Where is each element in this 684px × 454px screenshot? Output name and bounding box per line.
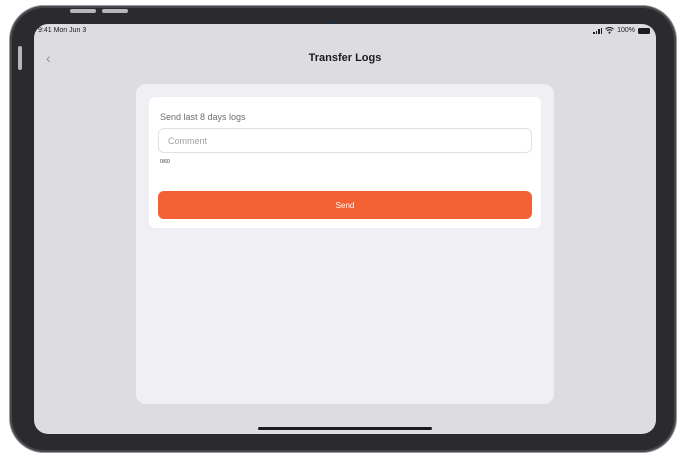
top-button <box>102 9 128 13</box>
logs-card: Send last 8 days logs 0/60 Send <box>149 97 541 228</box>
side-button <box>18 46 22 70</box>
page-title: Transfer Logs <box>308 52 382 64</box>
battery-percent: 100% <box>617 27 635 34</box>
section-label: Send last 8 days logs <box>160 112 246 122</box>
wifi-icon <box>605 27 614 34</box>
char-counter: 0/60 <box>160 159 170 165</box>
send-button[interactable]: Send <box>158 191 532 219</box>
content-panel: Send last 8 days logs 0/60 Send <box>136 84 554 404</box>
comment-input[interactable] <box>158 128 532 153</box>
top-button <box>70 9 96 13</box>
home-indicator[interactable] <box>258 427 432 430</box>
cellular-signal-icon <box>593 27 603 34</box>
status-indicators: 100% <box>593 27 650 34</box>
battery-icon <box>638 27 650 34</box>
screen: 9:41 Mon Jun 3 100% ‹ Transfer Logs Send… <box>34 24 656 434</box>
status-time: 9:41 Mon Jun 3 <box>38 27 87 34</box>
status-bar: 9:41 Mon Jun 3 100% <box>34 24 656 40</box>
